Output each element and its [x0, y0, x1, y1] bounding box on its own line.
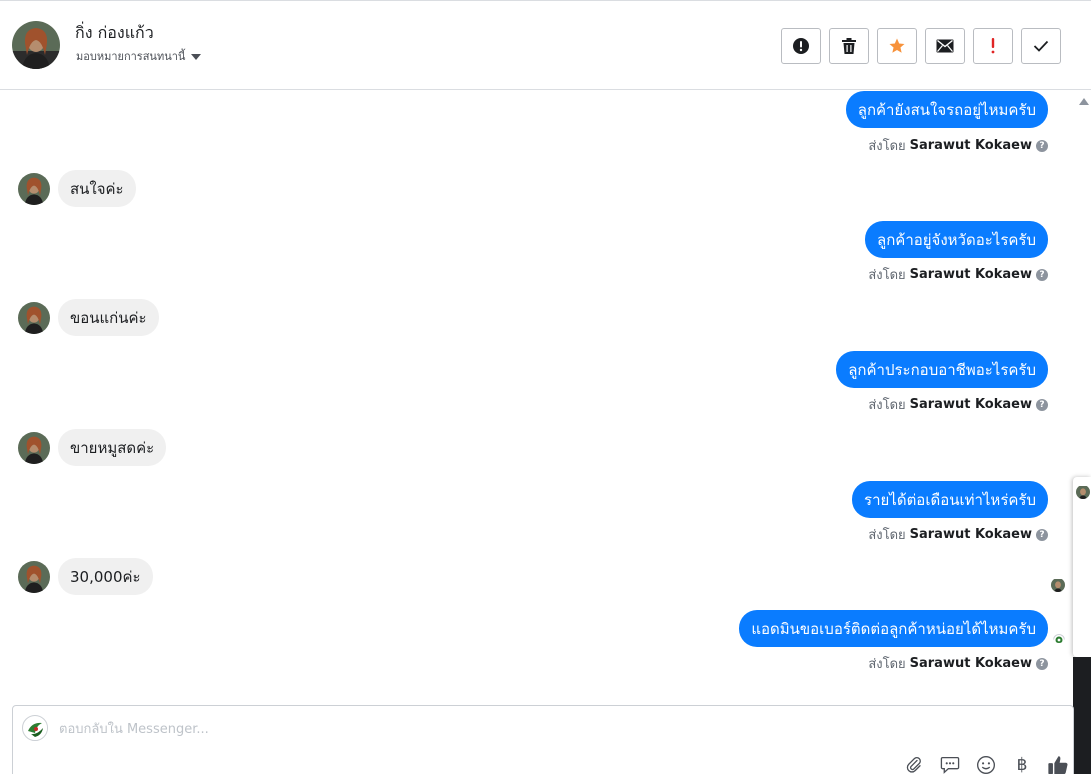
outgoing-message[interactable]: ลูกค้าประกอบอาชีพอะไรครับ — [836, 351, 1048, 388]
reply-input[interactable] — [59, 718, 959, 740]
sent-by-line: ส่งโดย Sarawut Kokaew ? — [868, 524, 1048, 545]
thumbs-up-icon — [1048, 756, 1068, 774]
scroll-up-arrow[interactable] — [1079, 98, 1089, 105]
help-icon[interactable]: ? — [1036, 657, 1048, 670]
contact-avatar[interactable] — [12, 21, 60, 69]
alert-circle-icon — [793, 38, 809, 54]
mark-spam-button[interactable] — [781, 28, 821, 64]
sent-by-prefix: ส่งโดย — [868, 528, 906, 543]
sent-by-line: ส่งโดย Sarawut Kokaew ? — [868, 394, 1048, 415]
side-panel-avatar — [1076, 485, 1090, 499]
composer-tools: ฿ — [903, 754, 1069, 774]
sent-by-prefix: ส่งโดย — [868, 657, 906, 672]
side-panel-dark[interactable] — [1073, 657, 1091, 774]
mark-done-button[interactable] — [1021, 28, 1061, 64]
contact-avatar-small — [18, 301, 50, 334]
incoming-message[interactable]: ขายหมูสดค่ะ — [58, 429, 167, 466]
contact-name[interactable]: กิ่ง ก่องแก้ว — [75, 21, 154, 46]
outgoing-message[interactable]: ลูกค้ายังสนใจรถอยู่ไหมครับ — [845, 91, 1048, 128]
star-icon — [889, 38, 905, 53]
smiley-icon — [977, 756, 995, 774]
inbox-conversation-view: กิ่ง ก่องแก้ว มอบหมายการสนทนานี้ ลูกค้าย… — [0, 0, 1091, 774]
contact-avatar-small — [18, 431, 50, 464]
envelope-icon — [936, 39, 954, 53]
paperclip-icon — [906, 757, 921, 773]
agent-name[interactable]: Sarawut Kokaew — [910, 267, 1032, 282]
attach-button[interactable] — [903, 754, 925, 774]
follow-up-button[interactable] — [973, 28, 1013, 64]
conversation-actions — [781, 28, 1061, 64]
incoming-message[interactable]: 30,000ค่ะ — [58, 558, 153, 595]
sent-by-prefix: ส่งโดย — [868, 268, 906, 283]
help-icon[interactable]: ? — [1036, 528, 1048, 541]
trash-icon — [842, 38, 856, 54]
incoming-message-row: สนใจค่ะ — [18, 170, 136, 207]
page-delivered-icon — [1053, 631, 1065, 643]
emoji-button[interactable] — [975, 754, 997, 774]
seen-avatar — [1051, 578, 1065, 592]
sent-by-prefix: ส่งโดย — [868, 139, 906, 154]
check-icon — [1033, 40, 1049, 52]
contact-avatar-small — [18, 172, 50, 205]
sent-by-line: ส่งโดย Sarawut Kokaew ? — [868, 653, 1048, 674]
agent-name[interactable]: Sarawut Kokaew — [910, 656, 1032, 671]
saved-replies-button[interactable] — [939, 754, 961, 774]
incoming-message[interactable]: ขอนแก่นค่ะ — [58, 299, 159, 336]
conversation-header: กิ่ง ก่องแก้ว มอบหมายการสนทนานี้ — [0, 1, 1091, 90]
sent-by-prefix: ส่งโดย — [868, 398, 906, 413]
reply-composer: ฿ — [12, 705, 1074, 774]
outgoing-message[interactable]: รายได้ต่อเดือนเท่าไหร่ครับ — [852, 481, 1048, 518]
speech-bubble-icon — [940, 756, 960, 774]
mark-unread-button[interactable] — [925, 28, 965, 64]
exclamation-icon — [991, 38, 995, 54]
like-button[interactable] — [1047, 754, 1069, 774]
baht-icon: ฿ — [1016, 755, 1028, 774]
agent-name[interactable]: Sarawut Kokaew — [910, 138, 1032, 153]
payment-button[interactable]: ฿ — [1011, 754, 1033, 774]
incoming-message-row: 30,000ค่ะ — [18, 558, 153, 595]
incoming-message-row: ขายหมูสดค่ะ — [18, 429, 167, 466]
incoming-message[interactable]: สนใจค่ะ — [58, 170, 136, 207]
delete-button[interactable] — [829, 28, 869, 64]
assign-label: มอบหมายการสนทนานี้ — [76, 50, 186, 63]
help-icon[interactable]: ? — [1036, 268, 1048, 281]
agent-name[interactable]: Sarawut Kokaew — [910, 527, 1032, 542]
star-button[interactable] — [877, 28, 917, 64]
help-icon[interactable]: ? — [1036, 139, 1048, 152]
assign-conversation-dropdown[interactable]: มอบหมายการสนทนานี้ — [76, 47, 202, 65]
agent-name[interactable]: Sarawut Kokaew — [910, 397, 1032, 412]
contact-avatar-small — [18, 560, 50, 593]
side-panel-card[interactable] — [1073, 477, 1091, 657]
sent-by-line: ส่งโดย Sarawut Kokaew ? — [868, 264, 1048, 285]
incoming-message-row: ขอนแก่นค่ะ — [18, 299, 159, 336]
outgoing-message[interactable]: ลูกค้าอยู่จังหวัดอะไรครับ — [865, 221, 1048, 258]
page-logo — [22, 715, 48, 741]
help-icon[interactable]: ? — [1036, 398, 1048, 411]
chevron-down-icon — [191, 53, 202, 60]
message-thread[interactable]: ลูกค้ายังสนใจรถอยู่ไหมครับ ส่งโดย Sarawu… — [0, 91, 1072, 703]
sent-by-line: ส่งโดย Sarawut Kokaew ? — [868, 135, 1048, 156]
outgoing-message[interactable]: แอดมินขอเบอร์ติดต่อลูกค้าหน่อยได้ไหมครับ — [739, 610, 1048, 647]
